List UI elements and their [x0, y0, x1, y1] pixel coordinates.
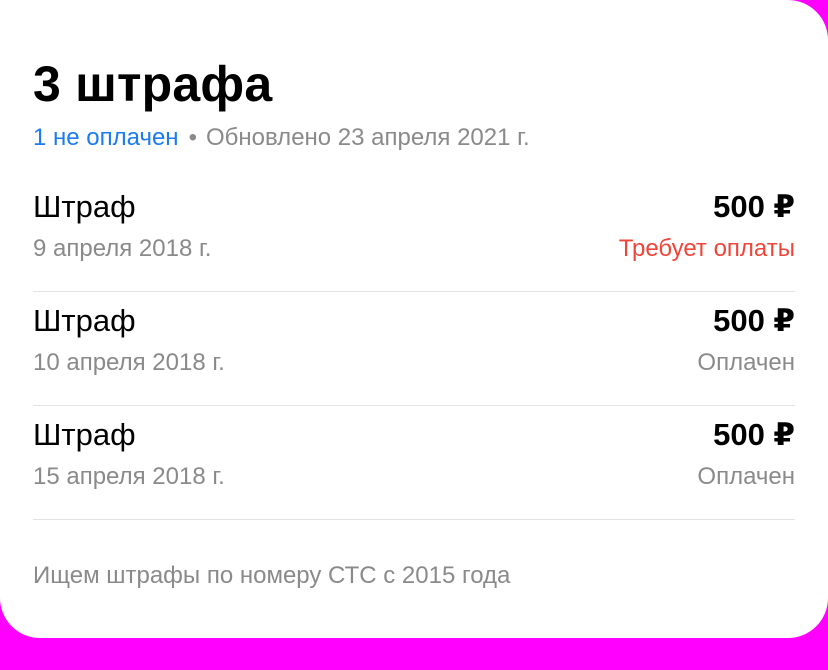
- fine-status: Оплачен: [697, 349, 795, 376]
- fine-name: Штраф: [33, 303, 136, 338]
- fine-name: Штраф: [33, 417, 136, 452]
- search-note: Ищем штрафы по номеру СТС с 2015 года: [33, 562, 511, 589]
- fines-card: 3 штрафа 1 не оплачен • Обновлено 23 апрел…: [0, 0, 828, 638]
- fine-amount: 500 ₽: [713, 303, 795, 338]
- fine-name: Штраф: [33, 189, 136, 224]
- separator-dot: •: [188, 124, 197, 151]
- fine-amount: 500 ₽: [713, 417, 795, 452]
- updated-date: Обновлено 23 апреля 2021 г.: [205, 124, 530, 151]
- fine-status: Требует оплаты: [618, 235, 795, 262]
- fine-row[interactable]: Штраф 500 ₽ 15 апреля 2018 г. Оплачен: [33, 406, 795, 520]
- fine-row[interactable]: Штраф 500 ₽ 9 апреля 2018 г. Требует опл…: [33, 178, 795, 292]
- fine-date: 10 апреля 2018 г.: [33, 349, 225, 376]
- unpaid-count-link[interactable]: 1 не оплачен: [33, 124, 179, 151]
- fine-status: Оплачен: [697, 463, 795, 490]
- fine-row[interactable]: Штраф 500 ₽ 10 апреля 2018 г. Оплачен: [33, 292, 795, 406]
- fines-list: Штраф 500 ₽ 9 апреля 2018 г. Требует опл…: [33, 178, 795, 520]
- fine-date: 15 апреля 2018 г.: [33, 463, 225, 490]
- fines-summary: 1 не оплачен • Обновлено 23 апреля 2021 г.: [33, 123, 530, 153]
- fine-date: 9 апреля 2018 г.: [33, 235, 212, 262]
- page-title: 3 штрафа: [33, 56, 273, 112]
- fine-amount: 500 ₽: [713, 189, 795, 224]
